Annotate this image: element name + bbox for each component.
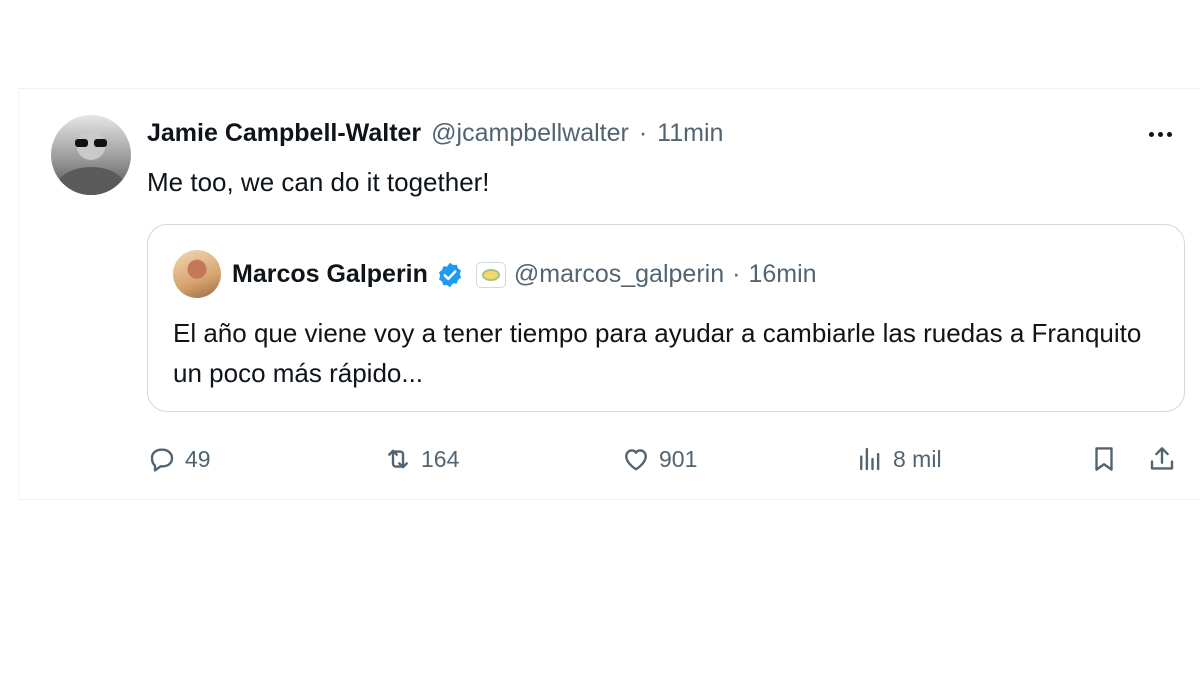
share-button[interactable] bbox=[1147, 439, 1177, 479]
quoted-text: El año que viene voy a tener tiempo para… bbox=[173, 318, 1142, 388]
quoted-author-handle[interactable]: @marcos_galperin bbox=[514, 260, 724, 289]
bookmark-button[interactable] bbox=[1089, 439, 1119, 479]
author-handle[interactable]: @jcampbellwalter bbox=[431, 119, 629, 148]
author-name[interactable]: Jamie Campbell-Walter bbox=[147, 119, 421, 148]
avatar-shoulders bbox=[57, 167, 125, 195]
affiliation-badge-icon[interactable] bbox=[475, 261, 506, 288]
tweet-time[interactable]: 11min bbox=[657, 119, 723, 148]
tweet-header: Jamie Campbell-Walter @jcampbellwalter ·… bbox=[147, 119, 723, 148]
views-count: 8 mil bbox=[893, 445, 942, 472]
more-dot-icon bbox=[1157, 131, 1163, 137]
avatar-glasses bbox=[75, 139, 107, 147]
quoted-header: Marcos Galperin @marcos_galperin · 16min bbox=[232, 260, 817, 289]
quoted-time[interactable]: 16min bbox=[748, 260, 816, 289]
quoted-author-name[interactable]: Marcos Galperin bbox=[232, 260, 428, 289]
heart-icon bbox=[625, 449, 647, 471]
more-dot-icon bbox=[1148, 131, 1154, 137]
separator-dot: · bbox=[732, 260, 741, 288]
reply-button[interactable]: 49 bbox=[147, 439, 211, 479]
retweet-count: 164 bbox=[421, 445, 460, 472]
like-button[interactable]: 901 bbox=[621, 439, 697, 479]
quoted-avatar[interactable] bbox=[173, 250, 221, 298]
more-dot-icon bbox=[1166, 131, 1172, 137]
retweet-icon bbox=[388, 449, 408, 469]
reply-count: 49 bbox=[185, 445, 211, 472]
more-options-button[interactable] bbox=[1140, 119, 1180, 149]
views-chart-icon bbox=[860, 447, 880, 471]
verified-badge-icon bbox=[438, 262, 461, 287]
tweet-card[interactable]: Jamie Campbell-Walter @jcampbellwalter ·… bbox=[18, 88, 1200, 500]
reply-icon bbox=[150, 448, 174, 472]
retweet-button[interactable]: 164 bbox=[383, 439, 459, 479]
avatar[interactable] bbox=[51, 115, 131, 195]
tweet-text: Me too, we can do it together! bbox=[147, 167, 490, 197]
views-button[interactable]: 8 mil bbox=[855, 439, 942, 479]
share-icon bbox=[1150, 447, 1174, 470]
separator-dot: · bbox=[638, 119, 648, 147]
like-count: 901 bbox=[659, 445, 698, 472]
quoted-tweet[interactable]: Marcos Galperin @marcos_galperin · 16min… bbox=[147, 224, 1185, 412]
bookmark-icon bbox=[1095, 447, 1113, 471]
tweet-actions: 49 164 901 8 mil bbox=[147, 439, 1187, 479]
